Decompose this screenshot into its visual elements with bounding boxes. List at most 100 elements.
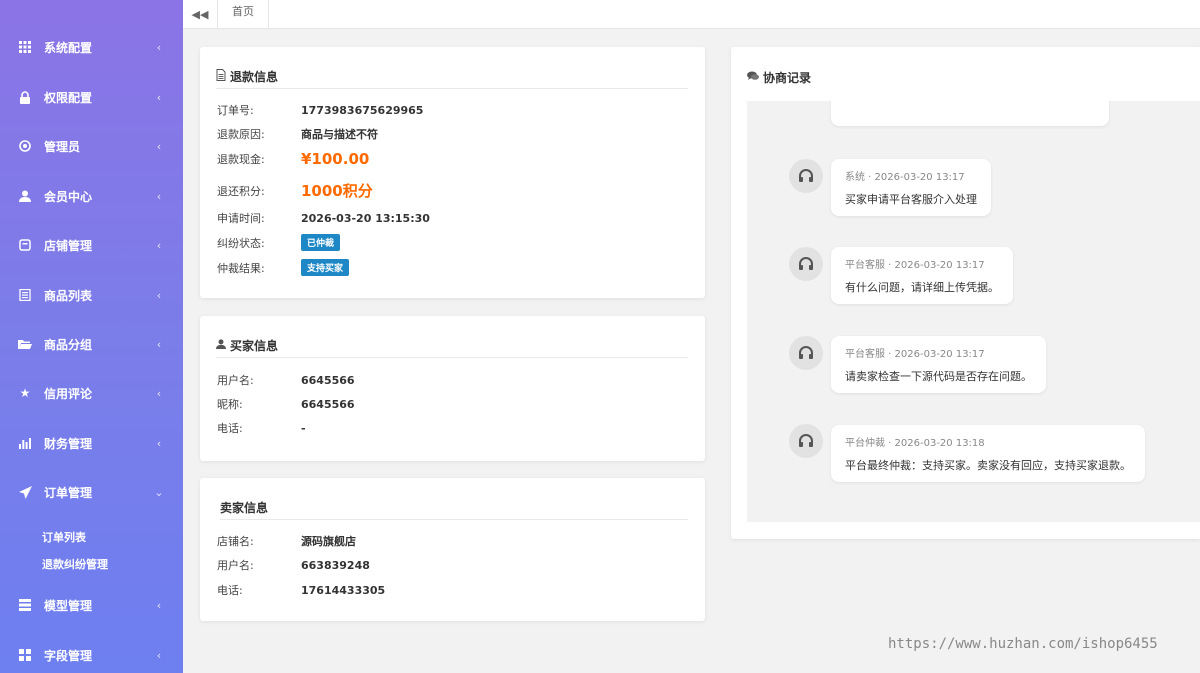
info-row: 退还积分: 1000积分	[217, 180, 373, 201]
sidebar-item-label: 模型管理	[44, 598, 93, 613]
chevron-left-icon: ‹	[156, 238, 162, 252]
sidebar-item-finance[interactable]: 财务管理 ‹	[0, 428, 183, 458]
message-text: 平台最终仲裁：支持买家。卖家没有回应，支持买家退款。	[845, 459, 1131, 472]
sidebar-item-label: 商品分组	[44, 337, 93, 352]
info-row: 申请时间: 2026-03-20 13:15:30	[217, 210, 430, 226]
field-label: 纠纷状态:	[217, 236, 265, 250]
user-icon	[18, 189, 32, 203]
apply-time: 2026-03-20 13:15:30	[301, 211, 430, 225]
message-bubble: 平台客服 · 2026-03-20 13:17 有什么问题，请详细上传凭据。	[831, 247, 1013, 304]
info-row: 退款原因: 商品与描述不符	[217, 126, 378, 142]
headset-icon	[799, 434, 813, 447]
bar-chart-icon	[18, 436, 32, 450]
refund-cash: ¥100.00	[301, 150, 370, 168]
sidebar-item-label: 系统配置	[44, 40, 93, 55]
collapse-sidebar-button[interactable]: ◀◀	[183, 0, 217, 28]
sidebar: 系统配置 ‹ 权限配置 ‹ 管理员 ‹ 会员中心 ‹ 店铺管理 ‹ 商品列表 ‹	[0, 0, 183, 673]
chevron-left-icon: ‹	[156, 386, 162, 400]
info-row: 订单号: 1773983675629965	[217, 102, 423, 118]
message-text: 买家申请平台客服介入处理	[845, 193, 977, 206]
chevron-left-icon: ‹	[156, 90, 162, 104]
card-title-text: 买家信息	[230, 339, 279, 353]
field-label: 仲裁结果:	[217, 261, 265, 275]
sidebar-item-permission-config[interactable]: 权限配置 ‹	[0, 82, 183, 112]
chevron-left-icon: ‹	[156, 139, 162, 153]
field-label: 电话:	[217, 422, 243, 435]
field-label: 店铺名:	[217, 535, 254, 548]
field-label: 退还积分:	[217, 184, 265, 198]
refund-points: 1000积分	[301, 182, 373, 200]
refund-reason: 商品与描述不符	[301, 128, 378, 141]
sidebar-item-product-list[interactable]: 商品列表 ‹	[0, 280, 183, 310]
sidebar-item-label: 商品列表	[44, 288, 93, 303]
info-row: 电话: -	[217, 420, 306, 436]
message-meta: 平台客服 · 2026-03-20 13:17	[845, 349, 985, 360]
lock-icon	[18, 90, 32, 104]
refund-info-card: 退款信息 订单号: 1773983675629965 退款原因: 商品与描述不符…	[200, 47, 705, 298]
tab-home[interactable]: 首页	[217, 0, 269, 28]
negotiation-message-list[interactable]: 系统 · 2026-03-20 13:17 买家申请平台客服介入处理 平台客服 …	[747, 101, 1200, 522]
field-label: 退款原因:	[217, 128, 265, 141]
folder-open-icon	[18, 337, 32, 351]
info-row: 电话: 17614433305	[217, 582, 385, 598]
chevron-left-icon: ‹	[156, 337, 162, 351]
sidebar-item-label: 会员中心	[44, 189, 93, 204]
chevron-left-icon: ‹	[156, 598, 162, 612]
message-text: 请卖家检查一下源代码是否存在问题。	[845, 370, 1032, 383]
sidebar-subitem-refund-dispute[interactable]: 退款纠纷管理	[42, 556, 108, 572]
user-icon	[216, 339, 226, 352]
chevron-left-icon: ‹	[156, 436, 162, 450]
watermark-text: https://www.huzhan.com/ishop6455	[888, 636, 1158, 652]
sidebar-item-member-center[interactable]: 会员中心 ‹	[0, 181, 183, 211]
chevron-left-icon: ‹	[156, 648, 162, 662]
card-title-text: 协商记录	[763, 70, 812, 85]
chevron-left-icon: ‹	[156, 288, 162, 302]
headset-icon	[799, 346, 813, 359]
sidebar-item-model-management[interactable]: 模型管理 ‹	[0, 590, 183, 620]
sidebar-item-label: 权限配置	[44, 90, 93, 105]
double-chevron-left-icon: ◀◀	[191, 7, 209, 21]
sidebar-item-admin[interactable]: 管理员 ‹	[0, 131, 183, 161]
field-label: 申请时间:	[217, 212, 265, 225]
message-text: 有什么问题，请详细上传凭据。	[845, 281, 999, 294]
info-row: 退款现金: ¥100.00	[217, 150, 369, 168]
card-title-text: 卖家信息	[220, 501, 269, 515]
avatar	[789, 159, 823, 193]
sidebar-item-store-management[interactable]: 店铺管理 ‹	[0, 230, 183, 260]
card-title: 卖家信息	[220, 496, 688, 520]
card-title: 协商记录	[747, 65, 1200, 89]
avatar	[789, 336, 823, 370]
field-label: 退款现金:	[217, 153, 265, 166]
sidebar-subitem-order-list[interactable]: 订单列表	[42, 529, 86, 545]
buyer-info-card: 买家信息 用户名: 6645566 昵称: 6645566 电话: -	[200, 316, 705, 461]
info-row: 仲裁结果: 支持买家	[217, 259, 350, 276]
dispute-status-badge: 已仲裁	[301, 234, 341, 251]
field-label: 用户名:	[217, 559, 254, 572]
sidebar-item-label: 店铺管理	[44, 238, 93, 253]
comments-icon	[747, 71, 759, 84]
message-bubble	[831, 101, 1109, 126]
avatar	[789, 247, 823, 281]
chevron-down-icon: ⌄	[154, 485, 164, 499]
store-icon	[18, 238, 32, 252]
top-bar: ◀◀ 首页	[183, 0, 1200, 29]
sidebar-item-system-config[interactable]: 系统配置 ‹	[0, 32, 183, 62]
info-row: 用户名: 6645566	[217, 372, 355, 388]
model-icon	[18, 598, 32, 612]
message-bubble: 系统 · 2026-03-20 13:17 买家申请平台客服介入处理	[831, 159, 991, 216]
card-title: 买家信息	[216, 334, 688, 358]
sidebar-item-order-management[interactable]: 订单管理 ⌄	[0, 477, 183, 507]
chevron-left-icon: ‹	[156, 189, 162, 203]
message-meta: 平台仲裁 · 2026-03-20 13:18	[845, 438, 985, 449]
seller-info-card: 卖家信息 店铺名: 源码旗舰店 用户名: 663839248 电话: 17614…	[200, 478, 705, 621]
chevron-left-icon: ‹	[156, 40, 162, 54]
info-row: 昵称: 6645566	[217, 396, 355, 412]
sidebar-item-field-management[interactable]: 字段管理 ‹	[0, 640, 183, 670]
arbitration-result-badge: 支持买家	[301, 259, 350, 276]
sidebar-item-label: 信用评论	[44, 386, 93, 401]
field-label: 昵称:	[217, 398, 243, 411]
sidebar-item-credit-review[interactable]: ★ 信用评论 ‹	[0, 378, 183, 408]
headset-icon	[799, 169, 813, 182]
sidebar-item-product-group[interactable]: 商品分组 ‹	[0, 329, 183, 359]
buyer-phone: -	[301, 421, 306, 435]
